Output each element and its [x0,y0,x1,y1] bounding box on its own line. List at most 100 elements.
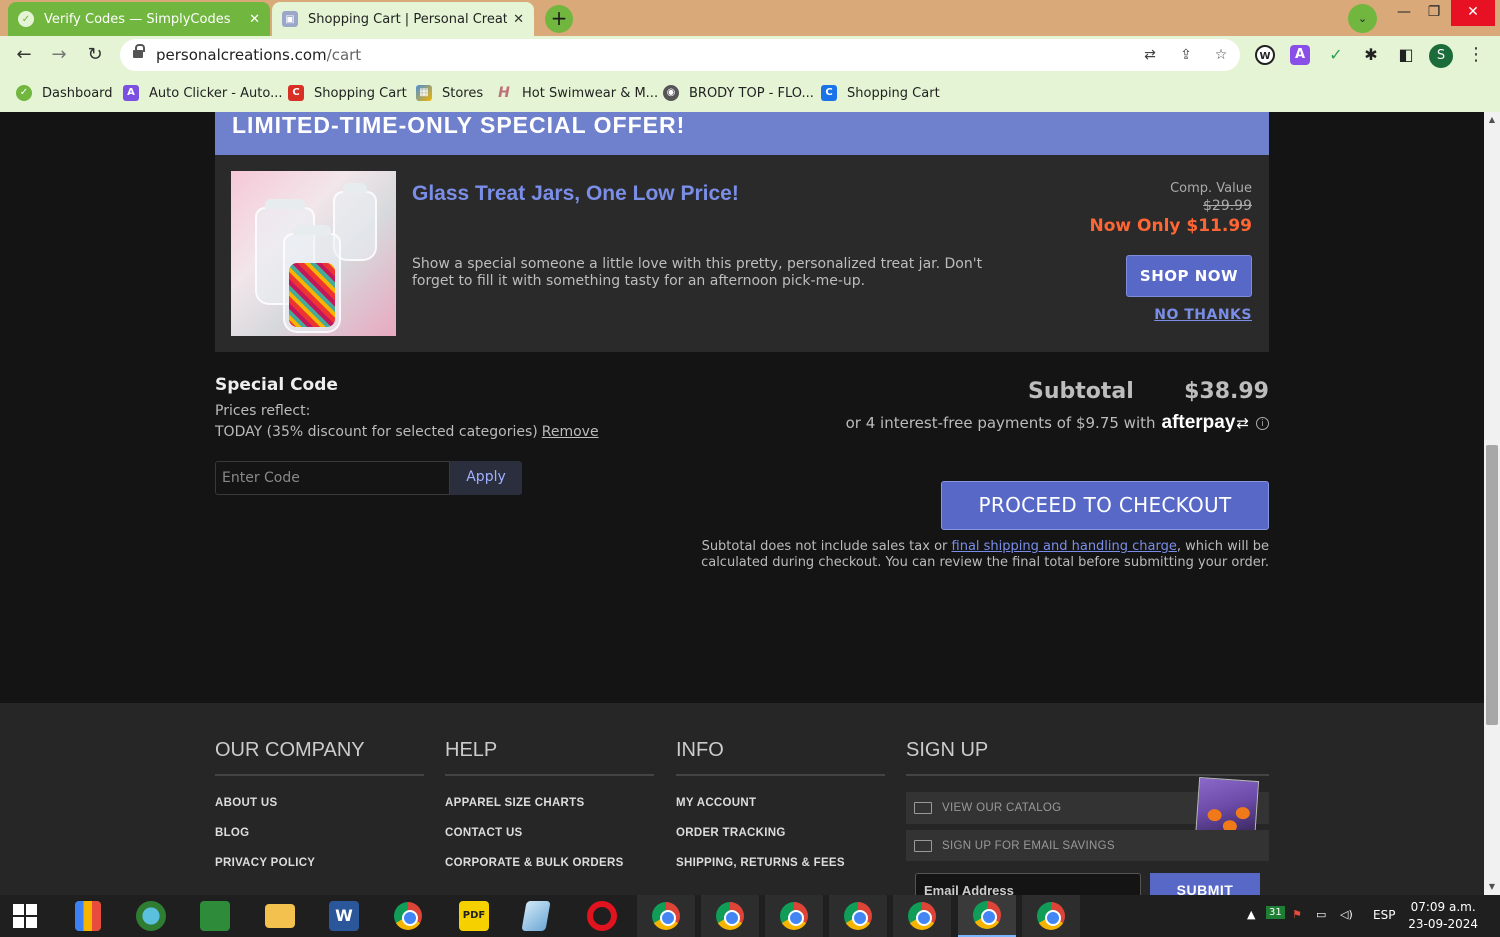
shipping-charge-link[interactable]: final shipping and handling charge [952,539,1177,554]
c-square-icon: C [821,85,837,101]
email-submit-button[interactable]: SUBMIT [1150,873,1260,895]
close-window-icon[interactable]: ✕ [1451,0,1495,26]
windows-start-button[interactable] [0,895,50,937]
footer-link-shipping-returns[interactable]: SHIPPING, RETURNS & FEES [676,857,885,869]
taskbar-opera[interactable] [573,895,631,937]
taskbar-chrome-window-7[interactable] [1022,895,1080,937]
footer-link-privacy-policy[interactable]: PRIVACY POLICY [215,857,424,869]
no-thanks-link[interactable]: NO THANKS [1154,307,1252,323]
reload-icon[interactable]: ↻ [84,44,106,66]
info-icon[interactable]: i [1256,416,1269,430]
url-text[interactable]: personalcreations.com/cart [156,46,361,64]
taskbar-chrome-window-3[interactable] [765,895,823,937]
offer-title[interactable]: Glass Treat Jars, One Low Price! [412,182,739,206]
checkout-note: Subtotal does not include sales tax or f… [669,539,1269,571]
download-globe-icon [136,901,166,931]
taskbar-chrome-window-active[interactable] [958,895,1016,937]
footer-heading: HELP [445,739,654,776]
footer-link-contact-us[interactable]: CONTACT US [445,827,654,839]
bookmark-shopping-cart-1[interactable]: C Shopping Cart [288,82,407,104]
footer-link-size-charts[interactable]: APPAREL SIZE CHARTS [445,797,654,809]
bookmark-brody-top[interactable]: ◉ BRODY TOP - FLO... [663,82,814,104]
notepad-icon [521,901,551,931]
bookmark-hot-swimwear[interactable]: H Hot Swimwear & M... [496,82,658,104]
tab-search-icon[interactable]: ⌄ [1348,4,1377,33]
taskbar-chrome-window-4[interactable] [829,895,887,937]
close-tab-icon[interactable]: ✕ [513,12,524,27]
footer-link-order-tracking[interactable]: ORDER TRACKING [676,827,885,839]
prices-reflect-label: Prices reflect: [215,403,311,419]
apply-code-button[interactable]: Apply [450,461,522,495]
promo-code-input[interactable] [215,461,450,495]
lock-icon[interactable] [133,44,145,59]
bookmarks-bar: ✓ Dashboard A Auto Clicker - Auto... C S… [0,74,1500,112]
extension-shield-icon[interactable]: ✓ [1326,45,1346,65]
bookmark-label: Hot Swimwear & M... [522,85,659,101]
note-text: Subtotal does not include sales tax or [701,539,952,554]
taskbar-pdf[interactable]: PDF [445,895,503,937]
h-logo-icon: H [498,85,510,101]
view-catalog-link[interactable]: VIEW OUR CATALOG [906,776,1269,844]
taskbar-green-app[interactable] [186,895,244,937]
taskbar-download-manager[interactable] [122,895,180,937]
new-tab-button[interactable]: + [545,5,573,33]
language-indicator[interactable]: ESP [1373,908,1395,922]
browser-menu-icon[interactable]: ⋮ [1466,44,1486,68]
address-bar[interactable]: personalcreations.com/cart ⇄ ⇪ ☆ [120,39,1240,71]
taskbar-chrome[interactable] [379,895,437,937]
proceed-to-checkout-button[interactable]: PROCEED TO CHECKOUT [941,481,1269,530]
forward-arrow-icon[interactable]: → [48,44,70,66]
bookmark-stores[interactable]: ▦ Stores [416,82,483,104]
translate-icon[interactable]: ⇄ [1141,46,1159,64]
bookmark-auto-clicker[interactable]: A Auto Clicker - Auto... [123,82,282,104]
footer-link-about-us[interactable]: ABOUT US [215,797,424,809]
back-arrow-icon[interactable]: ← [13,44,35,66]
page-scrollbar[interactable]: ▲ ▼ [1484,112,1500,895]
footer-signup-column: SIGN UP VIEW OUR CATALOG SIGN UP FOR EMA… [906,739,1269,895]
footer-info-column: INFO MY ACCOUNT ORDER TRACKING SHIPPING,… [676,739,885,869]
offer-banner: LIMITED-TIME-ONLY SPECIAL OFFER! [215,112,1269,155]
volume-icon[interactable]: ◁) [1340,908,1353,921]
remove-code-link[interactable]: Remove [542,424,599,440]
chrome-icon [1037,902,1065,930]
bookmark-dashboard[interactable]: ✓ Dashboard [16,82,113,104]
taskbar-notes[interactable] [507,895,565,937]
taskbar-chrome-window-1[interactable] [637,895,695,937]
windows-taskbar: W PDF ▲ 31 ⚑ ▭ ◁) ESP 07:09 a.m. 23-09-2… [0,895,1500,937]
footer-link-blog[interactable]: BLOG [215,827,424,839]
taskbar-chrome-window-2[interactable] [701,895,759,937]
close-tab-icon[interactable]: ✕ [249,12,260,27]
shop-now-button[interactable]: SHOP NOW [1126,255,1252,297]
taskbar-file-explorer[interactable] [251,895,309,937]
flag-icon[interactable]: ⚑ [1292,908,1302,921]
extensions-puzzle-icon[interactable]: ✱ [1361,45,1381,65]
extension-w-icon[interactable]: W [1255,45,1275,65]
footer-link-corporate-orders[interactable]: CORPORATE & BULK ORDERS [445,857,654,869]
taskbar-chrome-window-5[interactable] [893,895,951,937]
bookmark-label: Stores [442,85,484,101]
share-icon[interactable]: ⇪ [1177,46,1195,64]
treat-jar-image[interactable] [231,171,396,336]
email-signup-input[interactable] [915,873,1141,895]
scroll-up-arrow-icon[interactable]: ▲ [1484,112,1500,128]
side-panel-icon[interactable]: ◧ [1396,45,1416,65]
extension-a-icon[interactable]: A [1290,45,1310,65]
taskbar-app-tiles[interactable] [59,895,117,937]
bookmark-shopping-cart-2[interactable]: C Shopping Cart [821,82,940,104]
calendar-badge-icon[interactable]: 31 [1266,906,1285,919]
restore-icon[interactable]: ❐ [1416,0,1452,26]
tab-simplycodes[interactable]: ✓ Verify Codes — SimplyCodes ✕ [8,2,270,36]
bookmark-star-icon[interactable]: ☆ [1212,46,1230,64]
clock[interactable]: 07:09 a.m. 23-09-2024 [1408,899,1478,933]
network-icon[interactable]: ▭ [1316,908,1326,921]
profile-avatar[interactable]: S [1429,44,1453,68]
footer-link-my-account[interactable]: MY ACCOUNT [676,797,885,809]
scroll-down-arrow-icon[interactable]: ▼ [1484,879,1500,895]
tray-overflow-icon[interactable]: ▲ [1247,908,1255,921]
chrome-icon [844,902,872,930]
jar-shape [283,225,341,333]
taskbar-word[interactable]: W [315,895,373,937]
tab-shopping-cart[interactable]: ▣ Shopping Cart | Personal Creatio ✕ [272,2,534,36]
a-letter-icon: A [123,85,139,101]
scroll-thumb[interactable] [1486,445,1498,725]
